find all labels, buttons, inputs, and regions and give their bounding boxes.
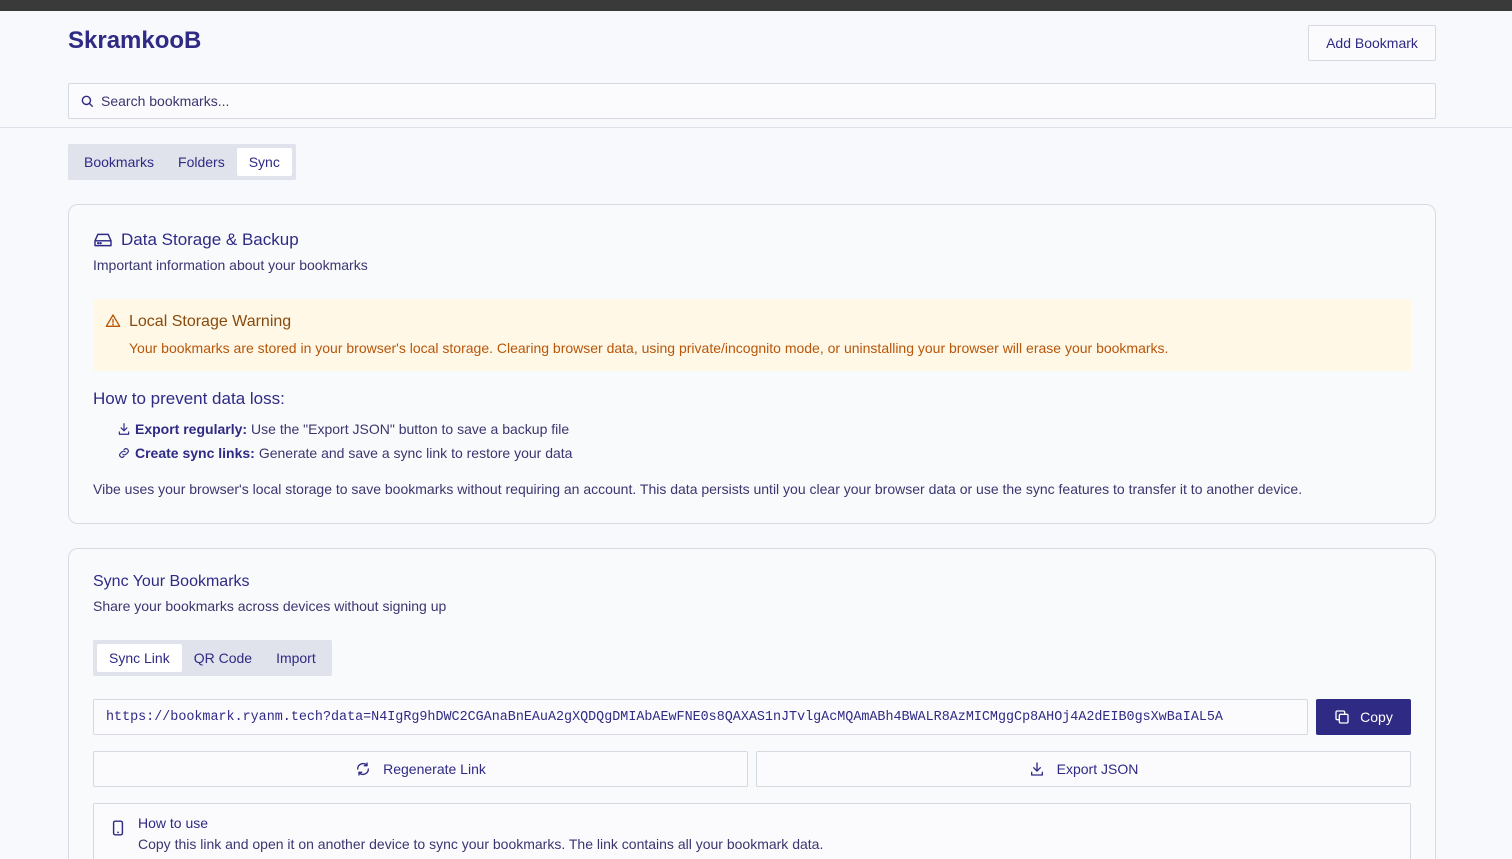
how-to-use-text: Copy this link and open it on another de…	[138, 836, 824, 852]
download-icon	[1030, 762, 1043, 776]
data-storage-card: Data Storage & Backup Important informat…	[68, 204, 1436, 524]
warning-triangle-icon	[105, 314, 121, 327]
prevent-item-export-text: Use the "Export JSON" button to save a b…	[251, 421, 570, 437]
how-to-use-title: How to use	[138, 815, 209, 831]
copy-button[interactable]: Copy	[1316, 699, 1411, 735]
download-icon	[118, 423, 130, 435]
local-storage-warning: Local Storage Warning Your bookmarks are…	[93, 299, 1411, 371]
prevent-item-sync-bold: Create sync links:	[135, 445, 255, 461]
copy-button-label: Copy	[1360, 709, 1393, 725]
sync-tabs: Sync Link QR Code Import	[93, 640, 332, 676]
add-bookmark-button[interactable]: Add Bookmark	[1308, 25, 1436, 61]
storage-info-paragraph: Vibe uses your browser's local storage t…	[93, 481, 1303, 497]
tab-sync-link[interactable]: Sync Link	[97, 644, 182, 672]
regenerate-link-button[interactable]: Regenerate Link	[93, 751, 748, 787]
prevent-item-sync: Create sync links: Generate and save a s…	[117, 445, 572, 461]
hard-drive-icon	[94, 233, 112, 247]
tab-import[interactable]: Import	[264, 644, 328, 672]
tab-sync[interactable]: Sync	[236, 148, 292, 176]
sync-url-field[interactable]: https://bookmark.ryanm.tech?data=N4IgRg9…	[93, 699, 1308, 735]
storage-card-title-text: Data Storage & Backup	[121, 230, 299, 249]
main-tabs: Bookmarks Folders Sync	[68, 144, 296, 180]
search-icon	[81, 95, 93, 107]
link-icon	[119, 448, 129, 458]
prevent-item-export-bold: Export regularly:	[135, 421, 248, 437]
sync-card-title: Sync Your Bookmarks	[93, 573, 250, 590]
export-json-button[interactable]: Export JSON	[756, 751, 1411, 787]
sync-card-subtitle: Share your bookmarks across devices with…	[93, 598, 447, 614]
how-to-use-box: How to use Copy this link and open it on…	[93, 803, 1411, 859]
warning-text: Your bookmarks are stored in your browse…	[129, 340, 1169, 356]
storage-card-title: Data Storage & Backup	[93, 230, 299, 250]
search-input[interactable]	[101, 93, 1401, 109]
warning-title: Local Storage Warning	[129, 313, 292, 330]
regenerate-link-label: Regenerate Link	[383, 761, 486, 777]
app-header: SkramkooB Add Bookmark	[0, 11, 1512, 128]
tab-qr-code[interactable]: QR Code	[182, 644, 264, 672]
prevent-item-sync-text: Generate and save a sync link to restore…	[258, 445, 573, 461]
copy-icon	[1335, 710, 1349, 724]
storage-card-subtitle: Important information about your bookmar…	[93, 257, 368, 273]
prevent-item-export: Export regularly: Use the "Export JSON" …	[117, 421, 569, 437]
search-bar	[68, 83, 1436, 119]
tab-bookmarks[interactable]: Bookmarks	[72, 148, 166, 176]
app-title: SkramkooB	[68, 27, 202, 54]
sync-card: Sync Your Bookmarks Share your bookmarks…	[68, 548, 1436, 859]
prevent-data-loss-title: How to prevent data loss:	[93, 389, 285, 408]
export-json-label: Export JSON	[1056, 761, 1139, 777]
phone-icon	[112, 820, 124, 836]
tab-folders[interactable]: Folders	[166, 148, 237, 176]
refresh-icon	[357, 762, 370, 776]
browser-top-bar	[0, 0, 1512, 11]
